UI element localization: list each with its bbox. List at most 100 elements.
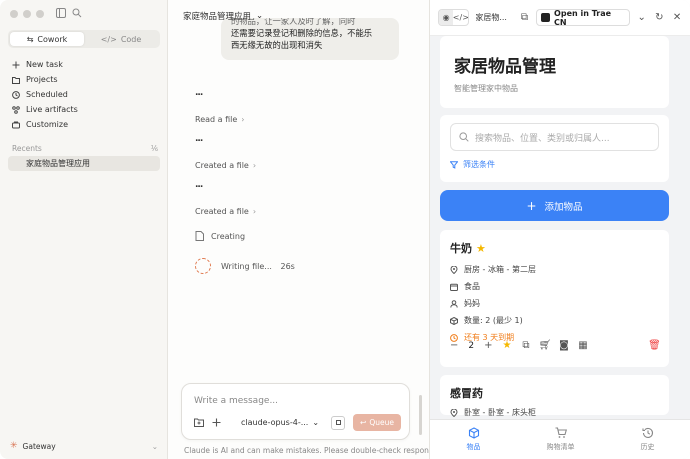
qr-code-icon[interactable]: ▦ (578, 340, 587, 351)
sidebar-toggle-icon[interactable] (56, 8, 66, 18)
close-icon[interactable]: ✕ (671, 12, 683, 24)
step-created-file[interactable]: Created a file › (195, 161, 256, 170)
chevron-right-icon: › (241, 115, 245, 124)
disclaimer-text: Claude is AI and can make mistakes. Plea… (184, 446, 444, 455)
chevron-down-icon: ⌄ (312, 418, 320, 427)
filter-toggle[interactable]: 筛选条件 (450, 159, 659, 170)
minimize-window-button[interactable] (23, 10, 31, 18)
item-card[interactable]: 牛奶 ★ 厨房 - 冰箱 - 第二层 食品 妈妈 数量: 2 (最少 1) 还有… (440, 230, 669, 367)
decrement-button[interactable]: − (450, 340, 458, 351)
item-category-text: 食品 (464, 282, 480, 291)
user-message-bubble: 的物品，让一家人及时了解，同时 还需要记录登记和删除的信息，不能乐 西无缘无故的… (221, 18, 399, 60)
gateway-selector[interactable]: ✳ Gateway ⌄ (10, 441, 158, 451)
item-owner-text: 妈妈 (464, 299, 480, 308)
folder-add-icon[interactable] (194, 418, 204, 427)
nav-shopping-list-tab[interactable]: 购物清单 (517, 420, 604, 459)
item-search-input[interactable]: 搜索物品、位置、类别或归属人... (450, 123, 659, 151)
sidebar-item-label: Scheduled (26, 90, 68, 99)
tab-cowork-label: Cowork (37, 34, 68, 44)
preview-toolbar: ◉ </> 家居物... ⧉ Open in Trae CN ⌄ ↻ ✕ (430, 0, 690, 36)
recents-filter-icon[interactable]: ⅙ (151, 144, 158, 153)
model-selector[interactable]: claude-opus-4-... ⌄ (241, 418, 319, 427)
chevron-down-icon: ⌄ (151, 441, 158, 451)
nav-label: 物品 (466, 443, 481, 451)
message-text-line: 还需要记录登记和删除的信息，不能乐 (231, 28, 373, 38)
camera-icon[interactable]: ◙ (559, 340, 569, 351)
queue-button[interactable]: ↩ Queue (353, 414, 401, 431)
filter-label: 筛选条件 (463, 160, 495, 169)
trash-icon[interactable]: 🗑︎ (648, 340, 661, 351)
sidebar-item-projects[interactable]: Projects (8, 72, 160, 87)
favorite-star-icon[interactable]: ★ (503, 340, 512, 351)
preview-tab-title: 家居物... (475, 13, 507, 22)
writing-status: Writing file... 26s (221, 262, 295, 271)
filter-icon (450, 160, 458, 169)
briefcase-icon (12, 121, 20, 128)
sidebar-item-label: New task (26, 60, 63, 69)
tab-code-label: Code (120, 34, 142, 44)
trae-logo-icon (541, 13, 551, 22)
code-icon[interactable]: </> (453, 10, 469, 25)
app-subtitle: 智能管理家中物品 (454, 84, 518, 93)
message-composer[interactable]: Write a message... claude-opus-4-... ⌄ ↩… (181, 383, 410, 440)
sidebar-item-scheduled[interactable]: Scheduled (8, 87, 160, 102)
tab-code[interactable]: </> Code (84, 32, 158, 46)
recent-item[interactable]: 家庭物品管理应用 (8, 156, 160, 171)
eye-icon[interactable]: ◉ (439, 10, 454, 25)
copy-icon[interactable]: ⧉ (521, 340, 530, 351)
increment-button[interactable]: + (484, 340, 492, 351)
copy-icon[interactable]: ⧉ (519, 12, 531, 24)
app-title: 家居物品管理 (454, 57, 556, 77)
queue-label: Queue (369, 418, 394, 427)
calendar-icon (450, 283, 458, 291)
sidebar-item-customize[interactable]: Customize (8, 117, 160, 132)
close-window-button[interactable] (10, 10, 18, 18)
writing-label: Writing file... (221, 262, 272, 271)
item-location-text: 卧室 - 卧室 - 床头柜 (464, 408, 536, 417)
open-in-trae-label: Open in Trae CN (554, 8, 612, 27)
item-actions: − 2 + ★ ⧉ 🛒︎ ◙ ▦ 🗑︎ (450, 340, 661, 351)
item-location: 厨房 - 冰箱 - 第二层 (450, 264, 659, 275)
artifact-icon (12, 105, 20, 114)
cart-icon[interactable]: 🛒︎ (539, 340, 552, 351)
preview-panel: ◉ </> 家居物... ⧉ Open in Trae CN ⌄ ↻ ✕ 家居物… (429, 0, 690, 459)
open-in-trae-button[interactable]: Open in Trae CN (536, 8, 630, 27)
step-read-file[interactable]: Read a file › (195, 115, 244, 124)
creating-label: Creating (211, 231, 246, 241)
message-input[interactable]: Write a message... (194, 396, 278, 406)
item-quantity-text: 数量: 2 (最少 1) (464, 316, 523, 325)
ellipsis: ... (195, 134, 203, 144)
recent-item-label: 家庭物品管理应用 (26, 159, 90, 168)
plus-icon (12, 61, 20, 68)
chat-scrollbar[interactable] (419, 395, 422, 435)
quantity-value: 2 (468, 340, 475, 351)
plus-icon[interactable] (212, 418, 221, 427)
item-name-row: 牛奶 ★ (450, 240, 659, 256)
refresh-icon[interactable]: ↻ (654, 12, 666, 24)
plus-icon: + (526, 198, 537, 213)
add-item-button[interactable]: + 添加物品 (440, 190, 669, 221)
return-icon: ↩ (360, 418, 367, 427)
sidebar-item-new-task[interactable]: New task (8, 57, 160, 72)
recents-label: Recents (12, 144, 42, 153)
nav-items-tab[interactable]: 物品 (430, 420, 517, 459)
chat-title[interactable]: 家庭物品管理应用 ⌄ (183, 10, 263, 22)
sidebar-item-live-artifacts[interactable]: Live artifacts (8, 102, 160, 117)
cart-icon (555, 427, 567, 438)
app-window: ⇆ Cowork </> Code New task Projects Sche… (0, 0, 690, 459)
stop-button[interactable] (331, 415, 345, 430)
chevron-down-icon[interactable]: ⌄ (636, 12, 648, 24)
search-icon[interactable] (72, 8, 82, 18)
tab-cowork[interactable]: ⇆ Cowork (10, 32, 84, 46)
step-created-file[interactable]: Created a file › (195, 207, 256, 216)
step-label: Read a file (195, 115, 238, 124)
mode-toggle: ⇆ Cowork </> Code (8, 30, 160, 48)
sidebar-nav: New task Projects Scheduled Live artifac… (8, 57, 160, 132)
search-icon (459, 132, 469, 142)
chevron-right-icon: › (252, 207, 257, 216)
item-card[interactable]: 感冒药 卧室 - 卧室 - 床头柜 (440, 375, 669, 417)
nav-history-tab[interactable]: 历史 (604, 420, 690, 459)
maximize-window-button[interactable] (36, 10, 44, 18)
ellipsis: ... (195, 88, 203, 98)
item-owner: 妈妈 (450, 298, 659, 309)
